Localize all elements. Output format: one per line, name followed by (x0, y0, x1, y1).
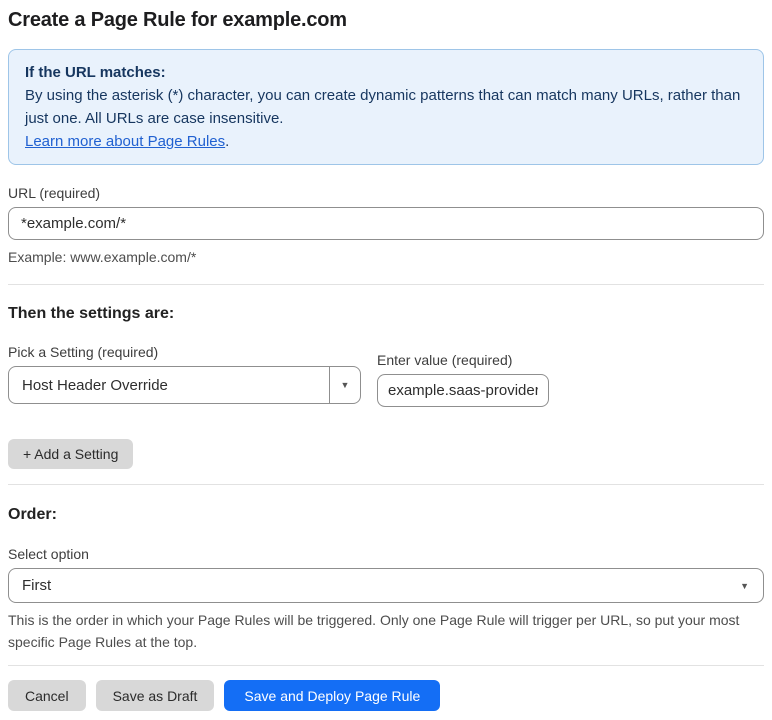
info-link-row: Learn more about Page Rules. (25, 130, 747, 153)
setting-select-value: Host Header Override (22, 376, 168, 394)
setting-value-column: Enter value (required) (377, 352, 549, 407)
add-setting-button[interactable]: + Add a Setting (8, 439, 134, 469)
info-box: If the URL matches: By using the asteris… (8, 49, 764, 165)
info-box-heading: If the URL matches: (25, 64, 166, 81)
setting-value-label: Enter value (required) (377, 352, 513, 368)
learn-more-link[interactable]: Learn more about Page Rules (25, 133, 225, 150)
order-helper-text: This is the order in which your Page Rul… (8, 612, 740, 650)
divider (8, 665, 764, 666)
settings-section-heading: Then the settings are: (8, 305, 175, 322)
setting-picker-label: Pick a Setting (required) (8, 344, 159, 360)
info-box-body: By using the asterisk (*) character, you… (25, 87, 741, 127)
divider (8, 284, 764, 285)
url-input[interactable] (8, 207, 764, 240)
url-helper-text: Example: www.example.com/* (8, 249, 197, 265)
page-title: Create a Page Rule for example.com (8, 9, 347, 31)
chevron-down-icon: ▼ (740, 580, 749, 591)
page-rule-form: Create a Page Rule for example.com If th… (0, 9, 772, 711)
setting-value-input[interactable] (377, 374, 549, 407)
info-link-suffix: . (225, 133, 230, 150)
divider (8, 484, 764, 485)
chevron-down-icon[interactable]: ▼ (329, 367, 360, 403)
footer-actions: Cancel Save as Draft Save and Deploy Pag… (8, 680, 764, 711)
save-deploy-button[interactable]: Save and Deploy Page Rule (224, 680, 441, 711)
url-label: URL (required) (8, 185, 101, 201)
setting-select[interactable]: Host Header Override ▼ (8, 366, 361, 404)
setting-picker-column: Pick a Setting (required) Host Header Ov… (8, 344, 361, 404)
save-draft-button[interactable]: Save as Draft (95, 680, 215, 711)
order-select-label: Select option (8, 546, 89, 562)
order-section-heading: Order: (8, 506, 57, 523)
cancel-button[interactable]: Cancel (8, 680, 86, 711)
settings-row: Pick a Setting (required) Host Header Ov… (8, 344, 764, 407)
order-select[interactable]: First ▼ (8, 568, 764, 603)
order-select-value: First (22, 577, 52, 594)
